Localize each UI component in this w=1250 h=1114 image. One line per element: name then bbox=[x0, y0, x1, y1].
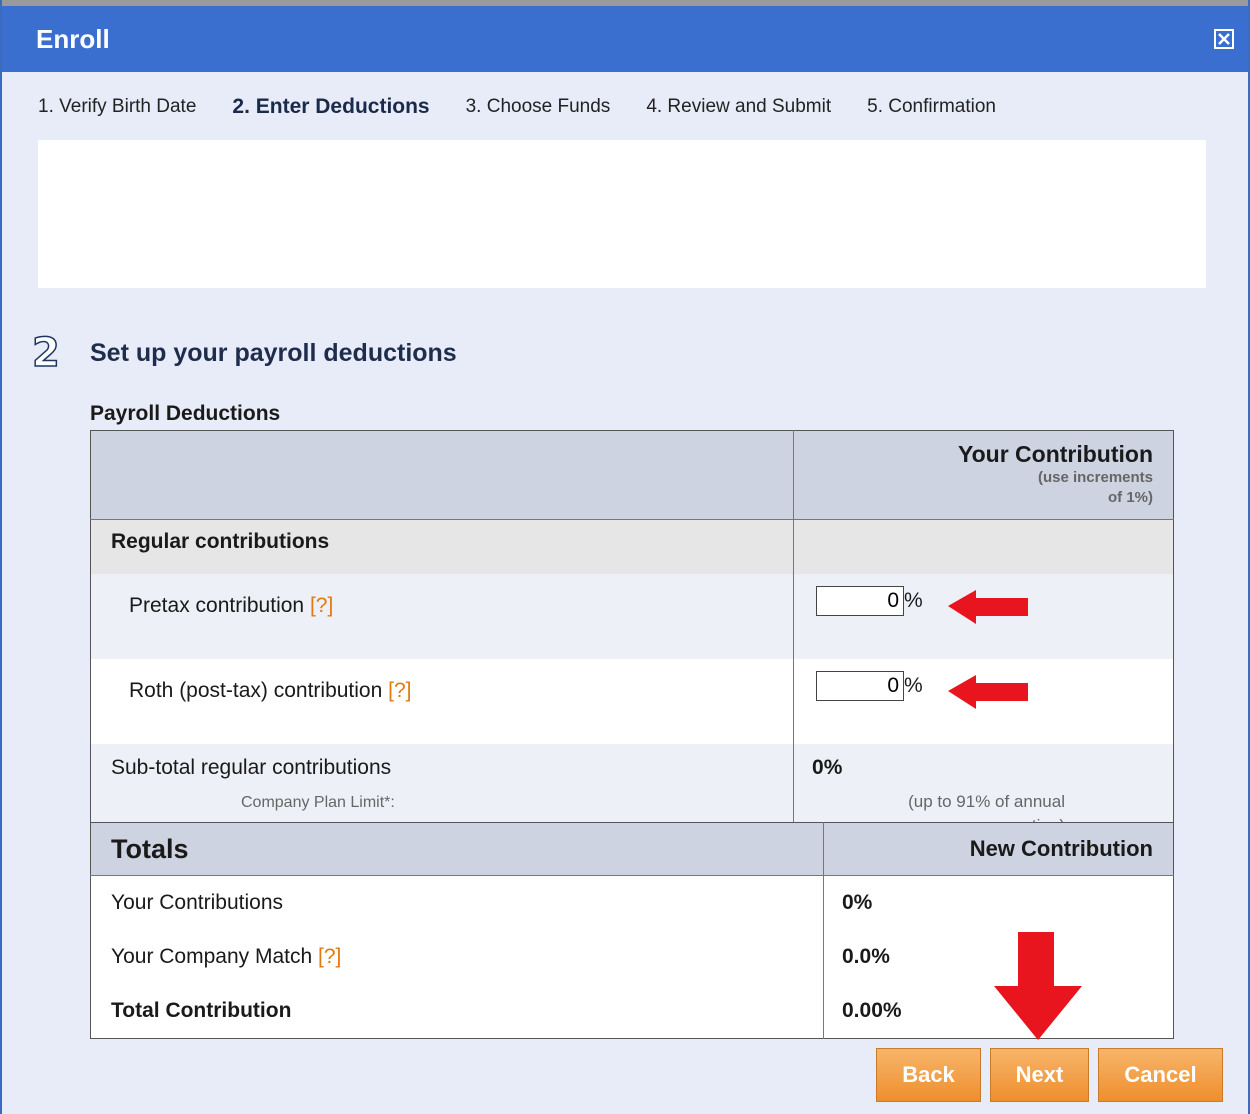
step-confirmation: 5. Confirmation bbox=[867, 96, 996, 117]
pretax-label: Pretax contribution bbox=[129, 594, 305, 617]
step-choose-funds: 3. Choose Funds bbox=[465, 96, 611, 117]
roth-label: Roth (post-tax) contribution bbox=[129, 679, 383, 702]
step-verify-birth-date: 1. Verify Birth Date bbox=[38, 96, 197, 117]
pretax-input[interactable] bbox=[816, 586, 905, 616]
payroll-deductions-table: Your Contribution (use increments of 1%)… bbox=[90, 430, 1174, 857]
regular-contributions-row: Regular contributions bbox=[90, 519, 1174, 574]
red-arrow-down-icon bbox=[994, 932, 1082, 1040]
totals-title: Totals bbox=[90, 822, 824, 876]
roth-percent-sign: % bbox=[904, 674, 923, 697]
next-button[interactable]: Next bbox=[990, 1048, 1089, 1102]
step-review-submit: 4. Review and Submit bbox=[646, 96, 832, 117]
message-area bbox=[38, 140, 1206, 288]
section-title: Set up your payroll deductions bbox=[90, 338, 457, 367]
close-icon[interactable] bbox=[1214, 29, 1234, 49]
pretax-percent-sign: % bbox=[904, 589, 923, 612]
table-row: Pretax contribution [?] % bbox=[90, 574, 1174, 659]
company-match-help-link[interactable]: [?] bbox=[318, 945, 341, 968]
subtotal-value: 0% bbox=[812, 756, 843, 779]
pretax-help-link[interactable]: [?] bbox=[310, 594, 333, 617]
section-number: 2 bbox=[31, 329, 60, 377]
wizard-steps: 1. Verify Birth Date 2. Enter Deductions… bbox=[2, 72, 1248, 124]
company-plan-limit-label: Company Plan Limit*: bbox=[241, 794, 395, 811]
roth-input[interactable] bbox=[816, 671, 905, 701]
cancel-button[interactable]: Cancel bbox=[1098, 1048, 1223, 1102]
red-arrow-left-icon bbox=[948, 590, 1029, 624]
totals-header-row: Totals New Contribution bbox=[90, 822, 1174, 876]
dialog-titlebar: Enroll bbox=[2, 0, 1248, 72]
payroll-deductions-label: Payroll Deductions bbox=[90, 402, 281, 425]
step-enter-deductions: 2. Enter Deductions bbox=[232, 95, 430, 118]
subtotal-label: Sub-total regular contributions bbox=[111, 756, 392, 779]
new-contribution-header: New Contribution bbox=[823, 822, 1174, 876]
table-header-row: Your Contribution (use increments of 1%) bbox=[90, 430, 1174, 520]
your-contributions-value: 0% bbox=[823, 875, 1174, 930]
your-contributions-label: Your Contributions bbox=[90, 875, 824, 930]
table-row: Roth (post-tax) contribution [?] % bbox=[90, 659, 1174, 744]
your-contribution-header: Your Contribution (use increments of 1%) bbox=[793, 430, 1174, 520]
total-contribution-label: Total Contribution bbox=[90, 984, 824, 1039]
company-match-label: Your Company Match bbox=[111, 945, 313, 968]
roth-help-link[interactable]: [?] bbox=[388, 679, 411, 702]
table-row: Your Contributions 0% bbox=[90, 875, 1174, 930]
red-arrow-left-icon bbox=[948, 675, 1029, 709]
enroll-dialog: Enroll 1. Verify Birth Date 2. Enter Ded… bbox=[0, 0, 1250, 1114]
back-button[interactable]: Back bbox=[876, 1048, 981, 1102]
regular-contributions-label: Regular contributions bbox=[90, 519, 795, 574]
action-buttons: Back Next Cancel bbox=[876, 1048, 1223, 1102]
section-heading: 2 Set up your payroll deductions bbox=[31, 329, 457, 377]
dialog-title: Enroll bbox=[36, 23, 110, 54]
